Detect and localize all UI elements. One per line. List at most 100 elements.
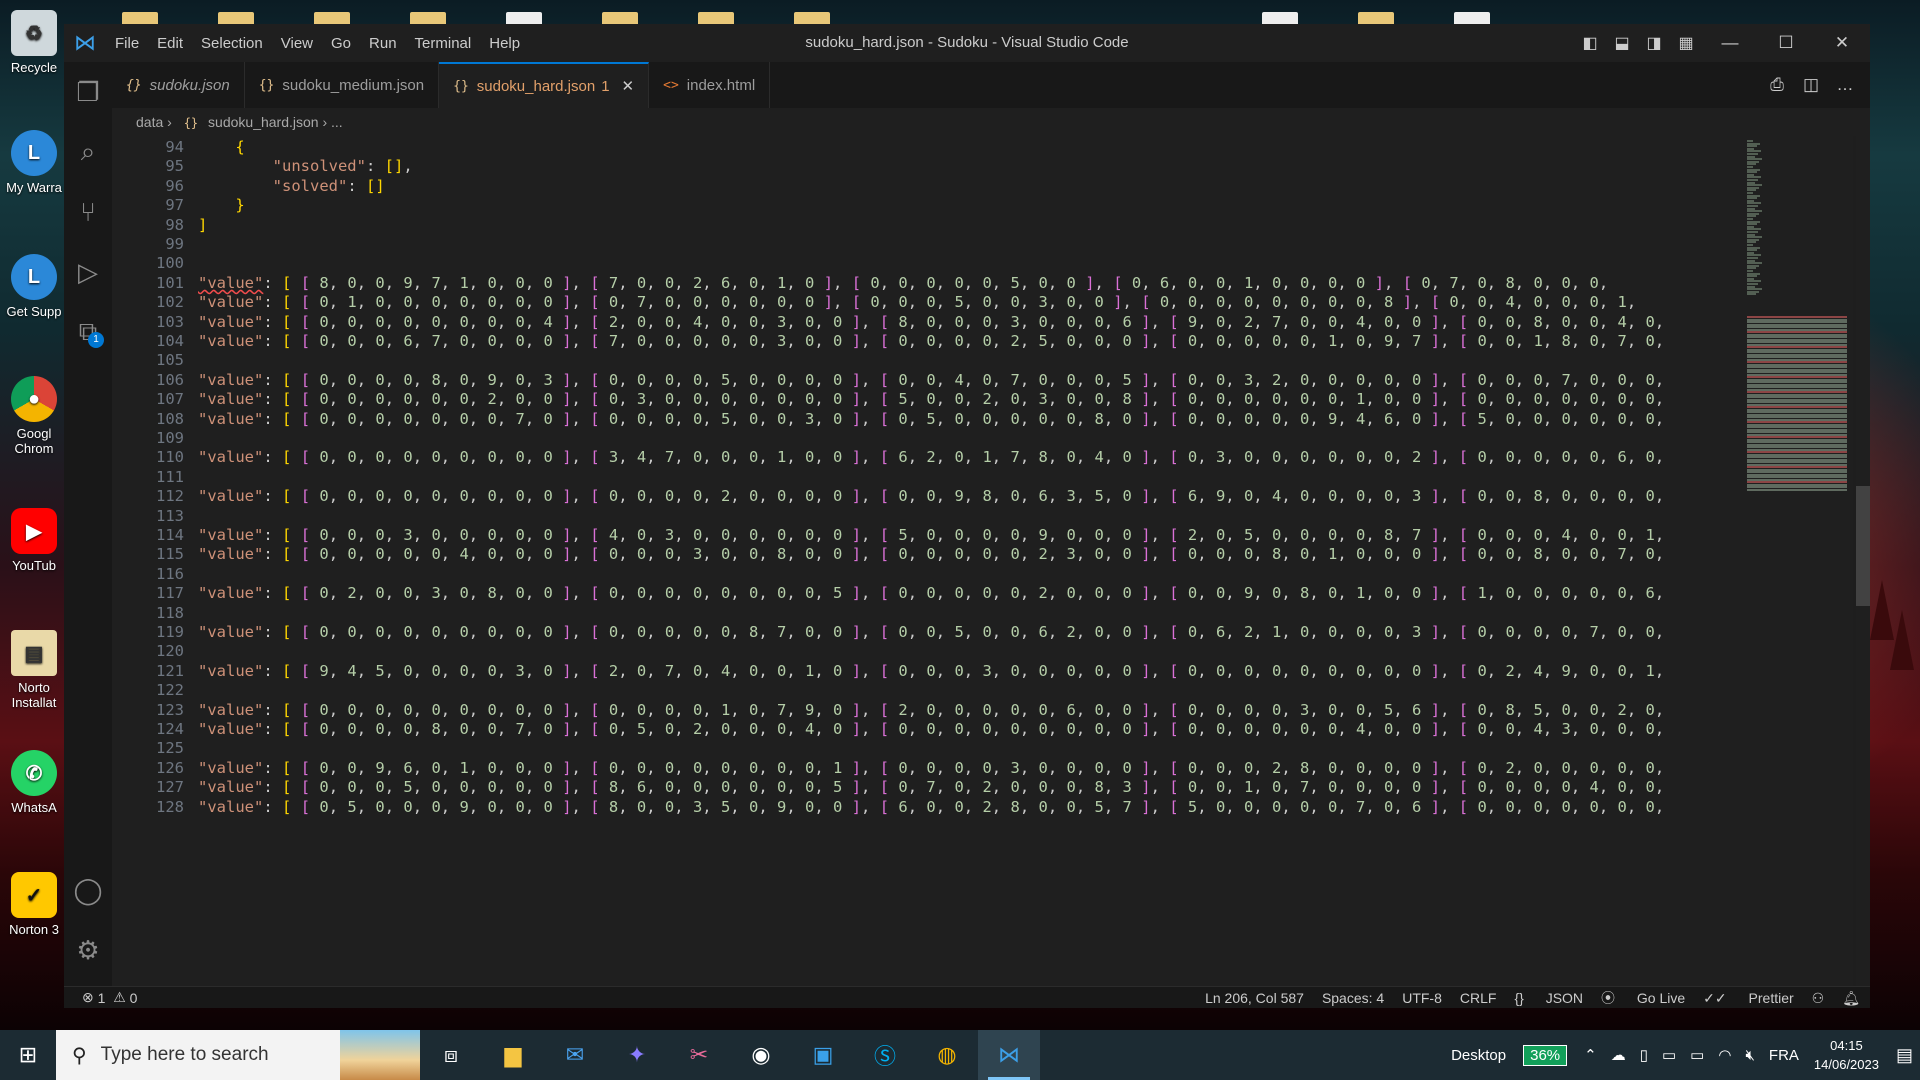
code-line[interactable]: 113 <box>112 507 184 526</box>
code-line[interactable]: 118 <box>112 604 184 623</box>
battery-percentage[interactable]: 36% <box>1523 1044 1568 1066</box>
breadcrumb-file[interactable]: sudoku_hard.json <box>208 114 319 130</box>
vscode-taskbar-icon[interactable]: ⋈ <box>978 1030 1040 1080</box>
task-view-icon[interactable]: ⧈ <box>420 1030 482 1080</box>
maximize-icon[interactable]: ☐ <box>1758 33 1814 53</box>
snipping-tool-icon[interactable]: ✂ <box>668 1030 730 1080</box>
skype-icon[interactable]: Ⓢ <box>854 1030 916 1080</box>
notifications-bell-icon[interactable]: 🔔︎ <box>1842 990 1860 1007</box>
indentation[interactable]: Spaces: 4 <box>1322 990 1384 1006</box>
breadcrumb-folder[interactable]: data <box>136 114 163 130</box>
menu-edit[interactable]: Edit <box>148 35 192 52</box>
end-of-line[interactable]: CRLF <box>1460 990 1497 1006</box>
cursor-position[interactable]: Ln 206, Col 587 <box>1205 990 1304 1006</box>
close-tab-icon[interactable]: ✕ <box>622 77 635 95</box>
close-window-icon[interactable]: ✕ <box>1814 33 1870 53</box>
code-line[interactable]: 95 "unsolved": [], <box>112 157 412 176</box>
code-editor[interactable]: 94 {95 "unsolved": [], 96 "solved": [] 97 … <box>112 136 1812 986</box>
toggle-panel-icon[interactable]: ⬓ <box>1606 33 1638 53</box>
display-icon[interactable]: ▭ <box>1662 1046 1676 1064</box>
problems-indicator[interactable]: ⊗ 1 ⚠ 0 <box>64 989 137 1006</box>
breadcrumb-more[interactable]: ... <box>331 114 343 130</box>
code-line[interactable]: 107 "value": [ [ 0, 0, 0, 0, 0, 0, 2, 0, … <box>112 390 1664 409</box>
chevron-up-icon[interactable]: ⌃ <box>1584 1046 1597 1064</box>
code-line[interactable]: 120 <box>112 642 184 661</box>
explorer-icon[interactable]: ❐ <box>64 62 112 122</box>
menu-file[interactable]: File <box>106 35 148 52</box>
device-icon[interactable]: ▯ <box>1640 1046 1648 1064</box>
code-line[interactable]: 100 <box>112 254 184 273</box>
account-icon[interactable]: ◯ <box>64 860 112 920</box>
code-line[interactable]: 114 "value": [ [ 0, 0, 0, 3, 0, 0, 0, 0, … <box>112 526 1664 545</box>
desktop-icon-support[interactable]: L Get Supp <box>2 254 66 319</box>
code-line[interactable]: 127 "value": [ [ 0, 0, 0, 5, 0, 0, 0, 0, … <box>112 778 1664 797</box>
windows-start-icon[interactable]: ⊞ <box>0 1030 56 1080</box>
toggle-primary-sidebar-icon[interactable]: ◧ <box>1574 33 1606 53</box>
tab-sudoku-medium-json[interactable]: {} sudoku_medium.json <box>245 62 440 108</box>
toggle-secondary-sidebar-icon[interactable]: ◨ <box>1638 33 1670 53</box>
code-line[interactable]: 112 "value": [ [ 0, 0, 0, 0, 0, 0, 0, 0, … <box>112 487 1664 506</box>
code-line[interactable]: 109 <box>112 429 184 448</box>
code-line[interactable]: 110 "value": [ [ 0, 0, 0, 0, 0, 0, 0, 0, … <box>112 448 1664 467</box>
code-line[interactable]: 96 "solved": [] <box>112 177 384 196</box>
scrollbar-thumb[interactable] <box>1856 486 1870 606</box>
battery-icon[interactable]: ▭ <box>1690 1046 1704 1064</box>
code-line[interactable]: 119 "value": [ [ 0, 0, 0, 0, 0, 0, 0, 0, … <box>112 623 1664 642</box>
code-line[interactable]: 98] <box>112 216 207 235</box>
desktop-icon-recycle[interactable]: ♻ Recycle <box>2 10 66 75</box>
code-line[interactable]: 102 "value": [ [ 0, 1, 0, 0, 0, 0, 0, 0, … <box>112 293 1636 312</box>
volume-muted-icon[interactable]: 🔇︎ <box>1745 1047 1754 1064</box>
desktop-icon-warranty[interactable]: L My Warra <box>2 130 66 195</box>
source-control-icon[interactable]: ⑂ <box>64 182 112 242</box>
code-line[interactable]: 94 { <box>112 138 244 157</box>
tab-index-html[interactable]: <> index.html <box>649 62 771 108</box>
clock[interactable]: 04:15 14/06/2023 <box>1814 1036 1879 1074</box>
print-icon[interactable]: ⎙ <box>1760 75 1794 95</box>
code-line[interactable]: 99 <box>112 235 184 254</box>
store-icon[interactable]: ▣ <box>792 1030 854 1080</box>
tab-sudoku-hard-json[interactable]: {} sudoku_hard.json 1 ✕ <box>439 62 650 108</box>
run-debug-icon[interactable]: ▷ <box>64 242 112 302</box>
code-line[interactable]: 124 "value": [ [ 0, 0, 0, 0, 8, 0, 0, 7, … <box>112 720 1664 739</box>
split-editor-icon[interactable]: ◫ <box>1794 75 1828 95</box>
copilot-icon[interactable]: ✦ <box>606 1030 668 1080</box>
customize-layout-icon[interactable]: ▦ <box>1670 33 1702 53</box>
cloud-icon[interactable]: ☁ <box>1611 1046 1626 1064</box>
file-explorer-icon[interactable]: ▆ <box>482 1030 544 1080</box>
prettier-button[interactable]: ✓✓ Prettier <box>1703 990 1793 1007</box>
manage-gear-icon[interactable]: ⚙ <box>64 920 112 980</box>
code-line[interactable]: 105 <box>112 351 184 370</box>
menu-terminal[interactable]: Terminal <box>406 35 481 52</box>
code-line[interactable]: 106 "value": [ [ 0, 0, 0, 0, 8, 0, 9, 0, … <box>112 371 1664 390</box>
menu-view[interactable]: View <box>272 35 322 52</box>
tab-sudoku-json[interactable]: {} sudoku.json <box>112 62 245 108</box>
menu-go[interactable]: Go <box>322 35 360 52</box>
menu-selection[interactable]: Selection <box>192 35 272 52</box>
code-line[interactable]: 121 "value": [ [ 9, 4, 5, 0, 0, 0, 0, 3, … <box>112 662 1664 681</box>
feedback-icon[interactable]: ⚇ <box>1812 990 1825 1007</box>
desktop-toolbar[interactable]: Desktop <box>1451 1047 1506 1064</box>
menu-run[interactable]: Run <box>360 35 406 52</box>
search-icon[interactable]: ⌕ <box>64 122 112 182</box>
code-line[interactable]: 111 <box>112 468 184 487</box>
extensions-icon[interactable]: ⧉ 1 <box>64 302 112 362</box>
chrome-taskbar-icon[interactable]: ◍ <box>916 1030 978 1080</box>
code-line[interactable]: 116 <box>112 565 184 584</box>
code-line[interactable]: 125 <box>112 739 184 758</box>
taskbar-search[interactable]: ⚲ Type here to search <box>56 1030 420 1080</box>
menu-help[interactable]: Help <box>480 35 529 52</box>
code-line[interactable]: 108 "value": [ [ 0, 0, 0, 0, 0, 0, 0, 7, … <box>112 410 1664 429</box>
go-live-button[interactable]: ⦿ Go Live <box>1601 988 1685 1008</box>
code-line[interactable]: 122 <box>112 681 184 700</box>
desktop-icon-norton[interactable]: ✓ Norton 3 <box>2 872 66 937</box>
encoding[interactable]: UTF-8 <box>1402 990 1442 1006</box>
language-mode[interactable]: {} JSON <box>1514 990 1583 1006</box>
code-line[interactable]: 115 "value": [ [ 0, 0, 0, 0, 0, 4, 0, 0, … <box>112 545 1664 564</box>
more-actions-icon[interactable]: … <box>1828 75 1862 95</box>
code-line[interactable]: 97 } <box>112 196 244 215</box>
notifications-icon[interactable]: ▤ <box>1896 1045 1913 1066</box>
editor-scrollbar[interactable] <box>1856 136 1870 986</box>
desktop-icon-norton-installer[interactable]: ▤ Norto Installat <box>2 630 66 710</box>
wifi-icon[interactable]: ◠ <box>1718 1046 1731 1064</box>
minimize-icon[interactable]: — <box>1702 33 1758 53</box>
